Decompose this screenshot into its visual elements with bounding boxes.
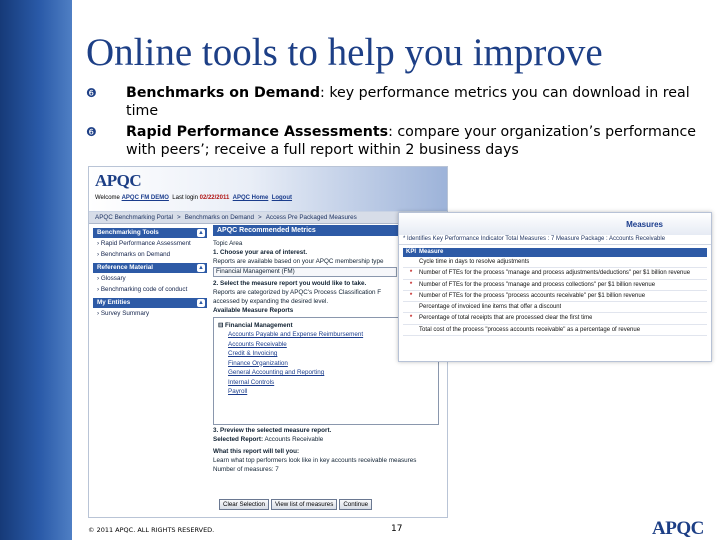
continue-button[interactable]: Continue <box>339 499 373 510</box>
table-header: KPI Measure <box>403 248 707 257</box>
breadcrumb-item[interactable]: APQC Benchmarking Portal <box>95 214 173 221</box>
left-decor-band <box>0 0 72 540</box>
kpi-flag: * <box>409 292 413 299</box>
breadcrumb-item: Access Pre Packaged Measures <box>265 214 357 221</box>
nav-header-reference-material[interactable]: Reference Material ▲ <box>93 263 207 273</box>
topic-select[interactable]: Financial Management (FM) <box>213 267 397 277</box>
page-number: 17 <box>391 524 403 534</box>
measure-name: Number of FTEs for the process "manage a… <box>419 270 691 277</box>
slide-title: Online tools to help you improve <box>86 31 603 74</box>
tell-you-text: Learn what top performers look like in k… <box>213 457 417 464</box>
tree-item[interactable]: Internal Controls <box>218 378 434 388</box>
measure-name: Total cost of the process "process accou… <box>419 326 641 333</box>
breadcrumb: APQC Benchmarking Portal > Benchmarks on D… <box>89 212 447 224</box>
nav-item-glossary[interactable]: › Glossary <box>93 273 207 284</box>
view-measures-button[interactable]: View list of measures <box>270 499 338 510</box>
nav-item-rapid-assessment[interactable]: › Rapid Performance Assessment <box>93 238 207 249</box>
last-login-label: Last login <box>172 195 198 201</box>
measure-name: Cycle time in days to resolve adjustment… <box>419 259 530 265</box>
bullet-bold: Rapid Performance Assessments <box>126 124 389 140</box>
kpi-flag: * <box>409 270 413 277</box>
user-link[interactable]: APQC FM DEMO <box>122 195 169 201</box>
bullet-list: ❻ Benchmarks on Demand: key performance … <box>86 84 706 162</box>
apqc-logo: APQC <box>95 171 142 190</box>
measure-name: Percentage of total receipts that are pr… <box>419 315 593 322</box>
portal-header: APQC Welcome APQC FM DEMO Last login 02/… <box>89 167 447 212</box>
kpi-flag <box>403 325 419 335</box>
selected-report: Selected Report: Accounts Receivable <box>213 436 324 443</box>
portal-screenshot: APQC Welcome APQC FM DEMO Last login 02/… <box>88 166 448 518</box>
welcome-label: Welcome <box>95 195 120 201</box>
kpi-flag <box>403 302 419 312</box>
measure-name: Percentage of invoiced line items that o… <box>419 304 562 311</box>
table-row: Percentage of invoiced line items that o… <box>403 302 707 314</box>
copyright-text: © 2011 APQC. ALL RIGHTS RESERVED. <box>88 526 215 534</box>
measure-name: Number of FTEs for the process "process … <box>419 292 646 299</box>
bullet-item: ❻ Benchmarks on Demand: key performance … <box>86 84 706 120</box>
last-login-date: 02/22/2011 <box>199 195 230 201</box>
collapse-icon[interactable]: ▲ <box>197 299 205 307</box>
nav-item-benchmarks-on-demand[interactable]: › Benchmarks on Demand <box>93 249 207 260</box>
measures-panel: Measures * Identifies Key Performance In… <box>398 212 712 362</box>
nav-item-survey-summary[interactable]: › Survey Summary <box>93 308 207 319</box>
breadcrumb-item[interactable]: Benchmarks on Demand <box>185 214 254 221</box>
collapse-icon[interactable]: ▲ <box>197 229 205 237</box>
kpi-column-header: KPI <box>405 249 416 255</box>
kpi-flag: * <box>409 315 413 322</box>
footer-apqc-logo: APQC <box>652 518 704 539</box>
left-navigation: Benchmarking Tools ▲ › Rapid Performance … <box>93 225 207 319</box>
table-row: * Number of FTEs for the process "manage … <box>403 268 707 280</box>
tell-you-label: What this report will tell you: <box>213 448 300 455</box>
tree-item[interactable]: General Accounting and Reporting <box>218 368 434 378</box>
clear-selection-button[interactable]: Clear Selection <box>219 499 269 510</box>
header-bar: Welcome APQC FM DEMO Last login 02/22/20… <box>95 195 292 201</box>
tree-item[interactable]: Payroll <box>218 387 434 397</box>
measures-subtitle: * Identifies Key Performance Indicator T… <box>399 235 711 245</box>
nav-header-my-entities[interactable]: My Entities ▲ <box>93 298 207 308</box>
home-link[interactable]: APQC Home <box>233 195 269 201</box>
table-row: * Number of FTEs for the process "process… <box>403 291 707 303</box>
measures-title: Measures <box>399 213 711 235</box>
measures-table: KPI Measure Cycle time in days to resolv… <box>403 248 707 337</box>
bullet-item: ❻ Rapid Performance Assessments: compare… <box>86 123 706 159</box>
bullet-marker-icon: ❻ <box>86 86 97 100</box>
table-row: Total cost of the process "process accou… <box>403 325 707 337</box>
action-buttons: Clear Selection View list of measures Cont… <box>219 499 374 510</box>
step-3: 3. Preview the selected measure report. <box>213 427 332 434</box>
table-row: Cycle time in days to resolve adjustment… <box>403 257 707 269</box>
table-row: * Number of FTEs for the process "manage … <box>403 280 707 291</box>
kpi-flag: * <box>409 281 413 288</box>
measure-column-header: Measure <box>419 249 444 255</box>
breadcrumb-separator-icon: > <box>258 214 262 221</box>
collapse-icon[interactable]: ▲ <box>197 264 205 272</box>
logout-link[interactable]: Logout <box>272 195 292 201</box>
kpi-flag <box>403 257 419 267</box>
bullet-bold: Benchmarks on Demand <box>126 85 321 101</box>
table-row: * Percentage of total receipts that are p… <box>403 313 707 325</box>
nav-header-benchmarking-tools[interactable]: Benchmarking Tools ▲ <box>93 228 207 238</box>
bullet-marker-icon: ❻ <box>86 125 97 139</box>
number-of-measures: Number of measures: 7 <box>213 466 279 473</box>
nav-item-code-of-conduct[interactable]: › Benchmarking code of conduct <box>93 284 207 295</box>
measure-name: Number of FTEs for the process "manage a… <box>419 281 656 288</box>
breadcrumb-separator-icon: > <box>177 214 181 221</box>
